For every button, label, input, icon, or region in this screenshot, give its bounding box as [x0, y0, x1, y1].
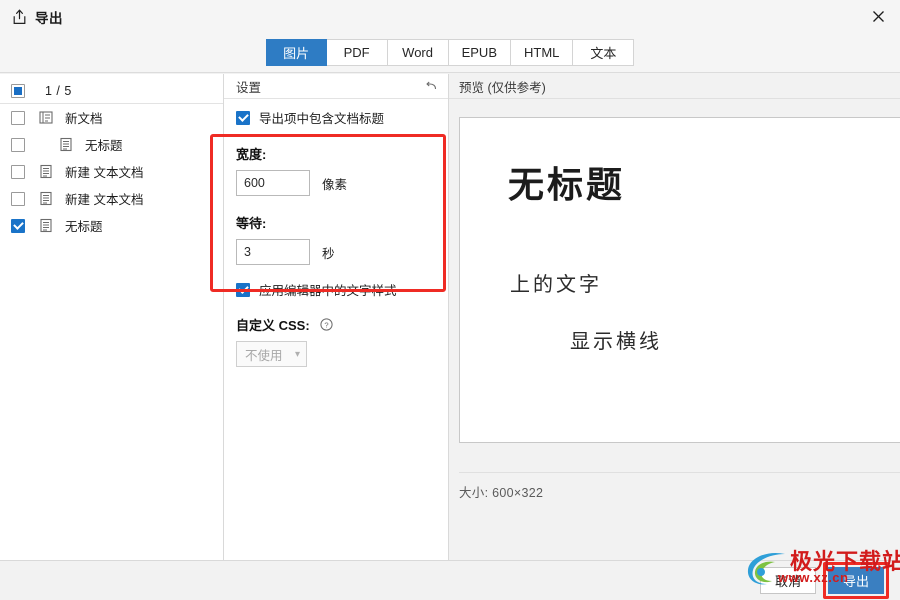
- tree-item-untitled-selected[interactable]: 无标题: [0, 212, 223, 239]
- settings-header: 设置: [224, 74, 448, 99]
- cancel-button[interactable]: 取消: [760, 567, 816, 594]
- dialog-footer: 取消 导出: [0, 560, 900, 600]
- preview-divider: [459, 472, 900, 473]
- apply-editor-style-checkbox-row[interactable]: 应用编辑器中的文字样式: [236, 280, 436, 299]
- width-unit-label: 像素: [322, 177, 348, 192]
- chevron-down-icon: ▾: [294, 348, 300, 360]
- apply-editor-style-label: 应用编辑器中的文字样式: [259, 284, 397, 298]
- tree-item-label: 新建 文本文档: [65, 166, 144, 180]
- tree-item-checkbox[interactable]: [11, 164, 25, 179]
- question-circle-icon[interactable]: ?: [310, 318, 333, 331]
- document-icon: [25, 191, 53, 206]
- settings-title: 设置: [236, 80, 262, 95]
- tab-epub[interactable]: EPUB: [448, 39, 511, 66]
- tree-item-checkbox[interactable]: [11, 137, 25, 152]
- custom-css-selected-value: 不使用: [245, 348, 283, 363]
- tree-item-checkbox[interactable]: [11, 110, 25, 125]
- tree-item-label: 无标题: [85, 139, 123, 153]
- svg-text:?: ?: [324, 320, 328, 329]
- dialog-body: 1 / 5 新文档 无标题 新建 文本文档 新建 文本文档 无标题 设置 导出项…: [0, 74, 900, 560]
- close-button[interactable]: [856, 0, 900, 33]
- tree-item-untitled-child[interactable]: 无标题: [0, 131, 223, 158]
- undo-arrow-icon[interactable]: [424, 79, 438, 93]
- preview-panel: 预览 (仅供参考) 无标题 上的文字 显示横线 大小: 600×322: [449, 74, 900, 560]
- tree-item-checkbox[interactable]: [11, 218, 25, 233]
- tree-item-label: 新建 文本文档: [65, 193, 144, 207]
- tree-item-label: 新文档: [65, 112, 103, 126]
- selection-count: 1 / 5: [45, 83, 72, 98]
- format-tab-bar: 图片 PDF Word EPUB HTML 文本: [0, 33, 900, 73]
- document-icon: [25, 164, 53, 179]
- apply-editor-style-checkbox[interactable]: [236, 282, 250, 297]
- tab-text[interactable]: 文本: [573, 39, 635, 66]
- settings-body: 导出项中包含文档标题 宽度: 像素 等待: 秒 应用编辑器中的文字样式: [224, 99, 448, 367]
- tree-item-new-text-doc-1[interactable]: 新建 文本文档: [0, 158, 223, 185]
- tab-html[interactable]: HTML: [511, 39, 574, 66]
- custom-css-label: 自定义 CSS:: [236, 318, 310, 333]
- export-button[interactable]: 导出: [828, 567, 884, 594]
- title-bar-left: 导出: [0, 7, 63, 27]
- document-icon: [25, 218, 53, 233]
- export-upload-icon: [12, 9, 27, 25]
- preview-header: 预览 (仅供参考): [449, 74, 900, 99]
- width-field-row: 像素: [236, 170, 436, 196]
- preview-doc-line-1: 上的文字: [510, 272, 602, 296]
- width-input[interactable]: [236, 170, 310, 196]
- format-tabs: 图片 PDF Word EPUB HTML 文本: [265, 39, 635, 66]
- include-doc-title-checkbox-row[interactable]: 导出项中包含文档标题: [236, 108, 436, 127]
- wait-field-row: 秒: [236, 239, 436, 265]
- tree-header-row: 1 / 5: [0, 78, 223, 104]
- include-doc-title-checkbox[interactable]: [236, 110, 250, 125]
- notebook-icon: [25, 110, 53, 125]
- tab-word[interactable]: Word: [387, 39, 449, 66]
- preview-document-canvas: 无标题 上的文字 显示横线: [459, 117, 900, 443]
- document-icon: [45, 137, 73, 152]
- close-x-icon: [872, 10, 885, 23]
- tab-pdf[interactable]: PDF: [326, 39, 388, 66]
- wait-unit-label: 秒: [322, 246, 335, 261]
- custom-css-label-row: 自定义 CSS: ?: [236, 315, 436, 334]
- document-tree-panel: 1 / 5 新文档 无标题 新建 文本文档 新建 文本文档 无标题: [0, 74, 224, 560]
- export-dialog: 导出 图片 PDF Word EPUB HTML 文本 1 / 5 新文档 无标…: [0, 0, 900, 600]
- include-doc-title-label: 导出项中包含文档标题: [259, 112, 385, 126]
- wait-field-label: 等待:: [236, 216, 267, 231]
- tree-item-new-text-doc-2[interactable]: 新建 文本文档: [0, 185, 223, 212]
- preview-doc-line-2: 显示横线: [570, 329, 662, 353]
- tree-item-label: 无标题: [65, 220, 103, 234]
- tree-item-new-document[interactable]: 新文档: [0, 104, 223, 131]
- export-button-wrapper: 导出: [823, 562, 889, 599]
- window-title: 导出: [35, 10, 63, 26]
- settings-panel: 设置 导出项中包含文档标题 宽度: 像素 等: [224, 74, 449, 560]
- select-all-checkbox[interactable]: [11, 83, 25, 98]
- tree-item-checkbox[interactable]: [11, 191, 25, 206]
- preview-doc-title: 无标题: [508, 165, 626, 206]
- custom-css-select[interactable]: 不使用 ▾: [236, 341, 307, 367]
- width-field-label: 宽度:: [236, 147, 267, 162]
- preview-size-label: 大小: 600×322: [459, 486, 544, 500]
- wait-input[interactable]: [236, 239, 310, 265]
- title-bar: 导出: [0, 0, 900, 33]
- tab-image[interactable]: 图片: [265, 39, 327, 66]
